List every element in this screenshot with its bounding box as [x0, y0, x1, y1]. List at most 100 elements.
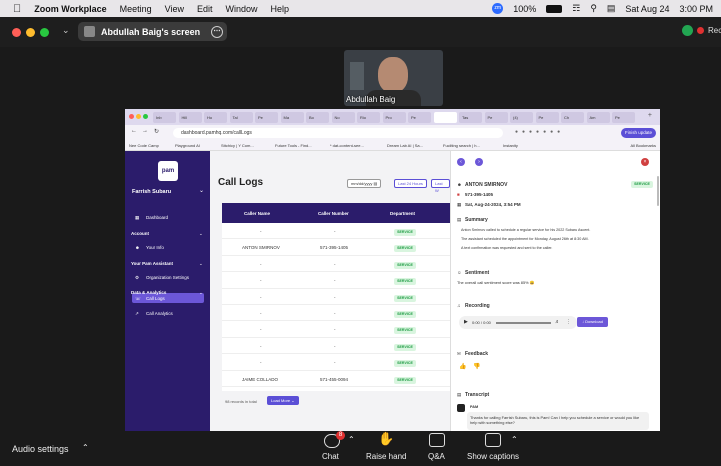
load-more-button[interactable]: Load More ⌄: [267, 396, 299, 405]
menu-view[interactable]: View: [165, 4, 184, 14]
menu-help[interactable]: Help: [271, 4, 290, 14]
play-icon[interactable]: ▶: [464, 319, 468, 325]
sidebar-header-account[interactable]: Account: [131, 231, 149, 236]
screen-share-title[interactable]: Abdullah Baig's screen ⋯: [78, 22, 227, 41]
table-row[interactable]: - - SERVICE: [222, 272, 450, 289]
browser-tab[interactable]: Pe: [535, 112, 559, 123]
browser-tab[interactable]: Inb: [153, 112, 176, 123]
bookmark-item[interactable]: * dat-content-see...: [330, 143, 364, 148]
browser-tab[interactable]: Pe: [484, 112, 508, 123]
sidebar-item-dashboard[interactable]: Dashboard: [146, 215, 168, 220]
browser-tab[interactable]: Pe: [255, 112, 278, 123]
audio-player[interactable]: ▶ 0:00 / 0:00 ♬ ⋮: [459, 316, 577, 329]
captions-label[interactable]: Show captions: [467, 452, 519, 461]
browser-tab[interactable]: Pe: [408, 112, 431, 123]
back-icon[interactable]: ←: [131, 128, 137, 134]
thumbs-down-icon[interactable]: 👎: [473, 363, 480, 370]
browser-tab[interactable]: Ch: [561, 112, 584, 123]
fullscreen-window-button[interactable]: [40, 28, 49, 37]
more-options-icon[interactable]: ⋮: [566, 319, 571, 325]
browser-tab[interactable]: Tal: [229, 112, 253, 123]
chevron-down-icon[interactable]: ⌄: [199, 261, 203, 267]
browser-tab[interactable]: Ho: [204, 112, 227, 123]
org-name[interactable]: Farrish Subaru: [132, 189, 171, 195]
table-row[interactable]: - - SERVICE: [222, 223, 450, 240]
bookmark-item[interactable]: Dream Lab AI | Sa...: [387, 143, 423, 148]
browser-tab[interactable]: Hill: [178, 112, 202, 123]
audio-settings-button[interactable]: Audio settings: [12, 444, 69, 454]
chevron-down-icon[interactable]: ⌄: [199, 290, 203, 296]
browser-tab[interactable]: Rio: [357, 112, 380, 123]
control-center-icon[interactable]: ▤: [607, 3, 616, 14]
chevron-up-icon[interactable]: ⌃: [511, 435, 518, 444]
thumbs-up-icon[interactable]: 👍: [459, 363, 466, 370]
chevron-down-icon[interactable]: ⌄: [62, 25, 70, 36]
new-tab-button[interactable]: +: [648, 112, 652, 119]
table-row[interactable]: - - SERVICE: [222, 338, 450, 355]
chevron-down-icon[interactable]: ⌄: [199, 231, 203, 237]
sidebar-item-call-logs[interactable]: Call Logs: [146, 296, 165, 301]
browser-tab[interactable]: Bo: [306, 112, 329, 123]
table-row[interactable]: - - SERVICE: [222, 321, 450, 338]
browser-tab[interactable]: Am: [586, 112, 610, 123]
browser-tab[interactable]: [433, 112, 457, 123]
bookmark-item[interactable]: Fucilting search | h...: [443, 143, 480, 148]
filter-last-24-hours[interactable]: Last 24 Hours: [394, 179, 427, 188]
table-row[interactable]: ANTON SMIRNOV 571-395-1405 SERVICE: [222, 239, 450, 256]
filter-last-week[interactable]: Last W: [431, 179, 450, 193]
table-row[interactable]: - - SERVICE: [222, 305, 450, 322]
download-button[interactable]: ↓ Download: [577, 317, 608, 327]
browser-tab[interactable]: Pro: [382, 112, 406, 123]
raise-hand-label[interactable]: Raise hand: [366, 452, 406, 461]
table-row[interactable]: JAIME COLLADO 571-455-0094 SERVICE: [222, 371, 450, 387]
date-picker[interactable]: mm/dd/yyyy ▤: [347, 179, 382, 188]
raise-hand-icon[interactable]: ✋: [378, 431, 394, 447]
chevron-up-icon[interactable]: ⌃: [82, 443, 89, 452]
bookmark-item[interactable]: Sttchicy | Y Com...: [221, 143, 254, 148]
next-icon[interactable]: ›: [475, 158, 483, 166]
menu-window[interactable]: Window: [226, 4, 258, 14]
bookmark-item[interactable]: Instanity: [503, 143, 518, 148]
table-row[interactable]: - - SERVICE: [222, 289, 450, 305]
more-options-icon[interactable]: ⋯: [211, 25, 223, 38]
audio-progress[interactable]: [496, 322, 551, 324]
chat-button-label[interactable]: Chat: [322, 452, 339, 461]
battery-icon[interactable]: [546, 4, 563, 13]
all-bookmarks[interactable]: All Bookmarks: [630, 143, 656, 148]
chevron-up-icon[interactable]: ⌃: [348, 435, 355, 444]
sidebar-item-org-settings[interactable]: Organization Settings: [146, 275, 189, 280]
browser-max-dot[interactable]: [143, 114, 148, 119]
browser-tab[interactable]: Pe: [612, 112, 635, 123]
menubar-time[interactable]: 3:00 PM: [679, 4, 713, 14]
col-caller-number[interactable]: Caller Number: [318, 211, 349, 216]
browser-tab[interactable]: (4): [510, 112, 533, 123]
table-row[interactable]: - - SERVICE: [222, 256, 450, 273]
bookmark-item[interactable]: Playground AI: [175, 143, 200, 148]
qa-icon[interactable]: [429, 433, 445, 447]
bookmark-item[interactable]: Nee Code Camp: [129, 143, 159, 148]
reload-icon[interactable]: ↻: [154, 128, 159, 135]
search-icon[interactable]: ⚲: [590, 3, 597, 14]
browser-tab[interactable]: Ma: [280, 112, 304, 123]
col-caller-name[interactable]: Caller Name: [244, 211, 270, 216]
volume-icon[interactable]: ♬: [555, 319, 560, 325]
bookmark-item[interactable]: Future Tools - Find...: [275, 143, 312, 148]
scrollbar[interactable]: [657, 176, 659, 206]
close-window-button[interactable]: [12, 28, 21, 37]
minimize-window-button[interactable]: [26, 28, 35, 37]
col-department[interactable]: Department: [390, 211, 415, 216]
chevron-down-icon[interactable]: ⌄: [199, 187, 204, 194]
sidebar-item-your-info[interactable]: Your Info: [146, 245, 164, 250]
qa-label[interactable]: Q&A: [428, 452, 445, 461]
apple-icon[interactable]: : [13, 3, 21, 15]
prev-icon[interactable]: ‹: [457, 158, 465, 166]
app-menu[interactable]: Zoom Workplace: [34, 4, 106, 14]
browser-tab[interactable]: No: [331, 112, 355, 123]
browser-min-dot[interactable]: [136, 114, 141, 119]
forward-icon[interactable]: →: [142, 128, 148, 134]
sidebar-item-call-analytics[interactable]: Call Analytics: [146, 311, 173, 316]
browser-close-dot[interactable]: [129, 114, 134, 119]
participant-video[interactable]: Abdullah Baig: [344, 50, 443, 106]
browser-tab[interactable]: Tas: [459, 112, 482, 123]
menubar-date[interactable]: Sat Aug 24: [625, 4, 669, 14]
